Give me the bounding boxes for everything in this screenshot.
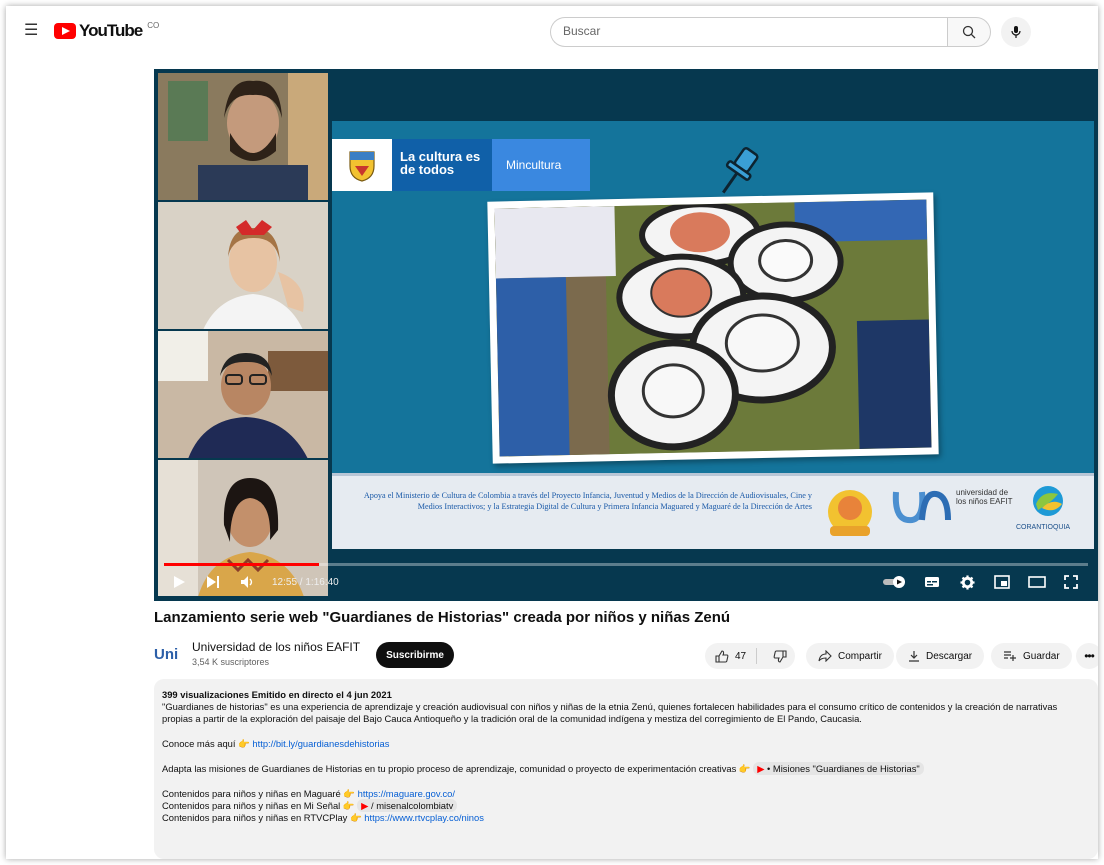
participant-video-1 [158,73,328,201]
pointing-hand-icon: 👉 [238,738,250,749]
microphone-icon [1011,26,1021,38]
pointing-hand-icon: 👉 [343,788,356,799]
presentation-slide: La cultura es de todos Mincultura Apoya … [332,121,1094,549]
pointing-hand-icon: 👉 [342,800,355,811]
maguare-logo [828,490,872,536]
rtvc-line: Contenidos para niños y niñas en RTVCPla… [162,812,484,823]
browser-frame: ☰ YouTube CO Buscar La cultura es de tod… [6,6,1098,859]
subtitles-icon[interactable] [924,575,940,589]
misenal-chip[interactable]: ▶ / misenalcolombiatv [357,799,458,812]
rtvc-link[interactable]: https://www.rtvcplay.co/ninos [364,812,484,823]
description-paragraph: "Guardianes de historias" es una experie… [162,701,1058,724]
play-icon[interactable] [172,575,186,589]
view-stats: 399 visualizaciones Emitido en directo e… [162,689,392,700]
share-label: Compartir [838,650,882,662]
youtube-small-icon: ▶ [361,800,369,811]
search-button[interactable] [947,17,991,47]
youtube-play-icon [54,23,76,39]
subscriber-count: 3,54 K suscriptores [192,657,270,667]
banner-slogan: La cultura es de todos [392,139,492,191]
youtube-small-icon: ▶ [757,763,765,774]
volume-icon[interactable] [240,575,256,589]
description-box[interactable]: 399 visualizaciones Emitido en directo e… [154,679,1098,859]
like-dislike-group: 47 [705,643,795,669]
slide-credits: Apoya el Ministerio de Cultura de Colomb… [332,473,1094,549]
more-icon: ••• [1084,649,1095,663]
download-button[interactable]: Descargar [896,643,985,669]
participant-video-2 [158,202,328,330]
video-title: Lanzamiento serie web "Guardianes de His… [154,609,731,626]
adapta-line: Adapta las misiones de Guardianes de His… [162,762,1090,775]
download-label: Descargar [926,650,973,662]
share-icon [818,650,832,662]
logo-text: YouTube [79,21,143,40]
maguare-link[interactable]: https://maguare.gov.co/ [358,788,455,799]
channel-name[interactable]: Universidad de los niños EAFIT [192,640,360,654]
thumbs-down-icon [773,649,787,663]
misiones-chip[interactable]: ▶ • Misiones "Guardianes de Historias" [753,762,924,775]
maguare-line: Contenidos para niños y niñas en Maguaré… [162,788,455,799]
voice-search-button[interactable] [1001,17,1031,47]
slide-photo-hats [487,192,939,464]
settings-gear-icon[interactable] [960,575,975,590]
logo-country: CO [147,20,160,30]
pointing-hand-icon: 👉 [738,763,751,774]
progress-bar[interactable] [164,563,1088,566]
channel-avatar[interactable]: Uni [154,646,178,663]
save-label: Guardar [1023,650,1060,662]
more-actions-button[interactable]: ••• [1076,643,1098,669]
corantioquia-logo: CORANTIOQUIA [1016,524,1071,531]
miniplayer-icon[interactable] [994,575,1010,589]
video-player[interactable]: La cultura es de todos Mincultura Apoya … [154,69,1098,601]
dislike-button[interactable] [763,649,797,663]
conoce-line: Conoce más aquí 👉 http://bit.ly/guardian… [162,738,390,749]
pushpin-icon [722,147,759,194]
add-to-playlist-icon [1004,651,1016,661]
like-button[interactable]: 47 [705,648,758,664]
menu-icon[interactable]: ☰ [24,22,44,40]
banner-ministry: Mincultura [492,139,590,191]
autoplay-toggle-icon[interactable] [882,575,908,589]
like-count: 47 [735,650,747,662]
pointing-hand-icon: 👉 [349,812,362,823]
search-input[interactable]: Buscar [550,17,947,47]
uni-logo [892,490,951,524]
misenal-line: Contenidos para niños y niñas en Mi Seña… [162,799,1090,812]
progress-fill [164,563,320,566]
fullscreen-icon[interactable] [1064,575,1078,589]
time-display: 12:55 / 1:16:40 [272,577,339,588]
mincultura-banner: La cultura es de todos Mincultura [332,139,590,191]
colombia-shield-icon [332,139,392,191]
subscribe-button[interactable]: Suscribirme [376,642,454,668]
thumbs-up-icon [715,649,729,663]
share-button[interactable]: Compartir [806,643,894,669]
participant-video-3 [158,331,328,459]
theater-mode-icon[interactable] [1028,575,1046,589]
next-icon[interactable] [206,575,220,589]
top-bar: ☰ YouTube CO Buscar [6,6,1098,60]
corantioquia-icon [1033,486,1063,516]
player-controls: 12:55 / 1:16:40 [154,555,1098,601]
credits-text: Apoya el Ministerio de Cultura de Colomb… [363,491,812,511]
conoce-link[interactable]: http://bit.ly/guardianesdehistorias [252,738,389,749]
channel-row: Uni Universidad de los niños EAFIT 3,54 … [154,638,1098,674]
search-icon [962,25,976,39]
save-button[interactable]: Guardar [991,643,1072,669]
eafit-logo: universidad de los niños EAFIT [956,488,1013,506]
download-icon [909,651,919,662]
youtube-logo[interactable]: YouTube CO [54,21,159,41]
